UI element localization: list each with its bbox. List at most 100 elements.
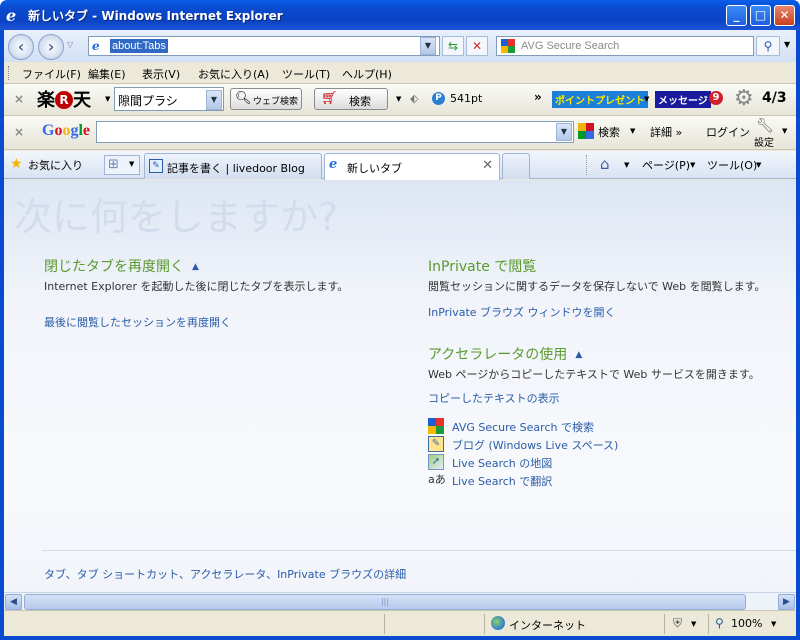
magnifier-icon: 🔍︎ — [235, 91, 252, 106]
scroll-left-button[interactable]: ◀ — [5, 594, 22, 610]
google-search-button[interactable]: 検索 — [598, 124, 620, 140]
settings-dropdown[interactable]: ▼ — [782, 127, 787, 135]
chevron-more-icon[interactable]: » — [534, 90, 542, 104]
rakuten-toolbar-close-icon[interactable]: × — [14, 92, 24, 106]
home-icon[interactable]: ⌂ — [600, 155, 610, 173]
address-dropdown-button[interactable]: ▼ — [420, 37, 436, 55]
login-button[interactable]: ログイン — [706, 124, 750, 140]
stop-icon: ✕ — [471, 39, 483, 53]
tab-bar: ★ お気に入り ⊞ ▼ ✎ 記事を書く | livedoor Blog e 新し… — [4, 151, 796, 180]
web-search-button[interactable]: 🔍︎ ウェブ検索 — [230, 88, 302, 110]
rakuten-search-button[interactable]: 🛒︎ 検索 — [314, 88, 388, 110]
menu-help[interactable]: ヘルプ(H) — [342, 66, 392, 82]
magnifier-icon: ⚲ — [763, 39, 773, 53]
favorites-star-icon[interactable]: ★ — [10, 156, 23, 172]
date-display: 4/3 — [762, 90, 787, 106]
google-toolbar-close-icon[interactable]: × — [14, 125, 24, 139]
google-search-dropdown[interactable]: ▼ — [630, 127, 635, 135]
google-search-icon — [578, 123, 594, 139]
address-url[interactable]: about:Tabs — [110, 39, 168, 53]
menu-bar: ファイル(F) 編集(E) 表示(V) お気に入り(A) ツール(T) ヘルプ(… — [4, 62, 796, 84]
ie-page-icon: e — [329, 157, 338, 172]
close-tab-icon[interactable]: ✕ — [482, 158, 493, 173]
history-dropdown-icon[interactable]: ▽ — [67, 40, 73, 49]
chevron-down-icon: ▼ — [771, 620, 777, 628]
scroll-thumb[interactable]: ||| — [24, 594, 746, 610]
search-button[interactable]: ⚲ — [756, 36, 780, 56]
rakuten-search-dropdown[interactable]: ▼ — [396, 95, 401, 103]
tab-livedoor-blog[interactable]: ✎ 記事を書く | livedoor Blog — [144, 153, 322, 179]
settings-label[interactable]: 設定 — [754, 134, 774, 149]
caret-up-icon: ▲ — [192, 262, 199, 272]
message-badge[interactable]: メッセージ — [655, 91, 711, 108]
reopen-tabs-title-text: 閉じたタブを再度開く — [44, 259, 184, 275]
chevron-down-icon: ▼ — [556, 123, 572, 141]
details-button[interactable]: 詳細 » — [650, 124, 682, 140]
page-menu-button[interactable]: ページ(P) — [642, 157, 690, 173]
protected-mode-pane[interactable]: ⛨ ▼ — [664, 614, 708, 634]
search-options-dropdown[interactable]: ▼ — [784, 40, 790, 49]
menu-file[interactable]: ファイル(F) — [22, 66, 81, 82]
page-headline: 次に何をしますか? — [14, 195, 339, 239]
point-present-badge[interactable]: ポイントプレゼント — [552, 91, 648, 108]
ie-logo-icon: e — [6, 6, 17, 25]
menu-edit[interactable]: 編集(E) — [88, 66, 126, 82]
menu-favorites[interactable]: お気に入り(A) — [198, 66, 269, 82]
inprivate-window-link[interactable]: InPrivate ブラウズ ウィンドウを開く — [428, 304, 616, 320]
chevron-down-icon: ▼ — [691, 620, 697, 628]
page-icon: ✎ — [149, 159, 163, 173]
grid-icon: ⊞ — [108, 157, 119, 172]
globe-icon — [491, 616, 505, 630]
arrow-right-icon: › — [47, 37, 55, 56]
protected-mode-icon: ⛨ — [673, 616, 683, 630]
zoom-pane[interactable]: ⚲ 100% ▼ — [708, 614, 794, 634]
back-button[interactable]: ‹ — [8, 34, 34, 60]
reopen-tabs-title[interactable]: 閉じたタブを再度開く ▲ — [44, 256, 199, 276]
title-bar: e 新しいタブ - Windows Internet Explorer _ □ … — [0, 0, 800, 30]
reopen-session-link[interactable]: 最後に閲覧したセッションを再度開く — [44, 314, 231, 330]
security-zone: インターネット — [509, 619, 586, 632]
new-tab-button[interactable] — [502, 153, 530, 179]
rakuten-category-value: 隙間プラシ — [118, 94, 178, 108]
close-button[interactable]: ✕ — [774, 5, 795, 26]
menu-view[interactable]: 表示(V) — [142, 66, 180, 82]
footer-divider — [42, 550, 796, 551]
tools-menu-button[interactable]: ツール(O) — [707, 157, 757, 173]
accelerators-title[interactable]: アクセラレータの使用 ▲ — [428, 344, 582, 364]
message-count-badge: 9 — [709, 91, 723, 105]
horizontal-scrollbar[interactable]: ◀ ||| ▶ — [4, 592, 796, 610]
inprivate-title[interactable]: InPrivate で閲覧 — [428, 256, 536, 276]
rakuten-category-select[interactable]: 隙間プラシ ▼ — [114, 87, 224, 111]
points-value[interactable]: 541pt — [450, 92, 482, 105]
accelerator-label: Live Search で翻訳 — [452, 475, 553, 488]
favorites-button[interactable]: お気に入り — [28, 157, 83, 173]
message-label: メッセージ — [658, 96, 708, 107]
reopen-tabs-desc: Internet Explorer を起動した後に閉じたタブを表示します。 — [44, 280, 349, 293]
arrow-left-icon: ‹ — [17, 37, 25, 56]
rakuten-menu-dropdown[interactable]: ▼ — [105, 95, 110, 103]
search-input[interactable]: AVG Secure Search — [496, 36, 754, 56]
window-title: 新しいタブ - Windows Internet Explorer — [28, 9, 283, 23]
tab-new-tab[interactable]: e 新しいタブ ✕ — [324, 153, 500, 180]
menu-tools[interactable]: ツール(T) — [282, 66, 330, 82]
point-present-dropdown[interactable]: ▼ — [644, 95, 649, 103]
address-bar[interactable]: e about:Tabs — [88, 36, 440, 56]
address-toolbar: ‹ › ▽ e about:Tabs ▼ ⇆ ✕ AVG Secure Sear… — [4, 30, 796, 62]
learn-more-link[interactable]: タブ、タブ ショートカット、アクセラレータ、InPrivate ブラウズの詳細 — [44, 566, 406, 582]
minimize-button[interactable]: _ — [726, 5, 747, 26]
search-placeholder: AVG Secure Search — [521, 40, 620, 52]
page-ie-icon: e — [92, 39, 100, 53]
wrench-icon[interactable]: 🔧︎ — [756, 118, 774, 134]
home-dropdown[interactable]: ▼ — [624, 161, 629, 169]
caret-up-icon: ▲ — [575, 350, 583, 360]
gear-icon[interactable]: ⚙ — [734, 86, 754, 111]
refresh-button[interactable]: ⇆ — [442, 36, 464, 56]
google-search-input[interactable]: ▼ — [96, 121, 574, 143]
google-logo: Google — [42, 122, 91, 139]
forward-button[interactable]: › — [38, 34, 64, 60]
scroll-right-button[interactable]: ▶ — [778, 594, 795, 610]
maximize-button[interactable]: □ — [750, 5, 771, 26]
copied-text-link[interactable]: コピーしたテキストの表示 — [428, 390, 560, 406]
quick-tabs-button[interactable]: ⊞ ▼ — [104, 155, 140, 175]
stop-button[interactable]: ✕ — [466, 36, 488, 56]
